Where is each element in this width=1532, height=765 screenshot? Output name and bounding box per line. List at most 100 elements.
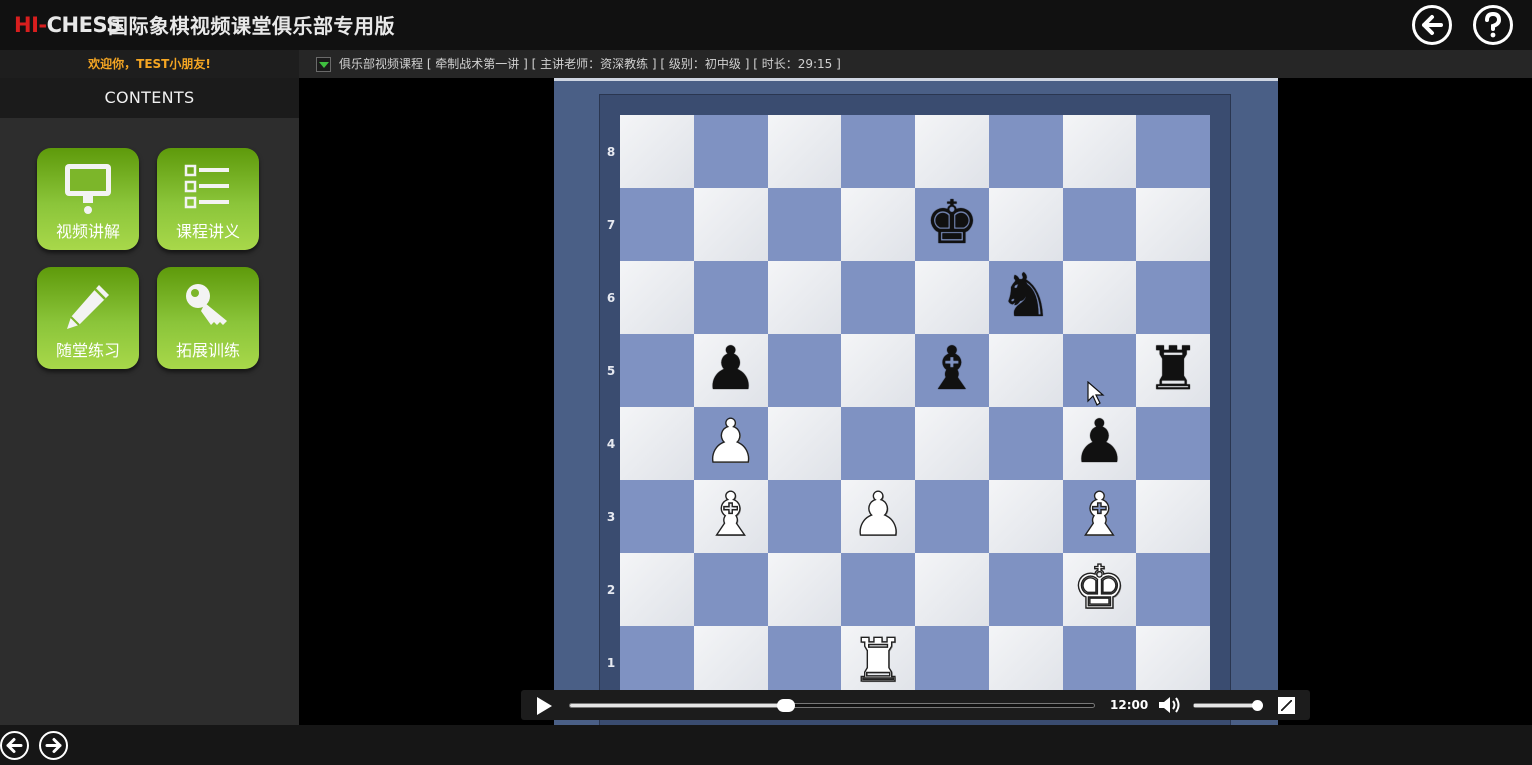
key-icon	[186, 284, 227, 325]
square-h6	[1136, 261, 1210, 334]
pencil-icon	[67, 285, 109, 329]
rank-label: 8	[606, 145, 616, 159]
square-e6	[915, 261, 989, 334]
video-frame: 87654321 ♚ ♞ ♟ ♝ ♜ ♟ ♟ ♝ ♟ ♝ ♚ ♜	[554, 78, 1278, 734]
sidebar: 欢迎你，TEST小朋友! CONTENTS 视频讲解 课程讲义 随堂练习 拓展训…	[0, 50, 299, 725]
mouse-cursor-icon	[1087, 381, 1105, 406]
square-f8	[988, 115, 1063, 188]
video-controls: 12:00	[521, 690, 1310, 720]
square-a7	[620, 188, 694, 261]
square-f1	[988, 626, 1063, 699]
square-e2	[915, 553, 989, 626]
chess-piece-e5: ♝	[924, 334, 979, 404]
tile-extended-training[interactable]: 拓展训练	[157, 267, 259, 369]
back-button[interactable]	[1412, 5, 1452, 45]
arrow-left-icon	[6, 738, 23, 753]
collapse-toggle[interactable]	[316, 57, 331, 72]
course-info-bar: 俱乐部视频课程 [ 牵制战术第一讲 ] [ 主讲老师：资深教练 ] [ 级别：初…	[299, 50, 1532, 78]
help-button[interactable]	[1473, 5, 1513, 45]
square-a2	[620, 553, 694, 626]
contents-header: CONTENTS	[0, 78, 299, 118]
square-a4	[620, 407, 694, 480]
square-d4	[841, 407, 915, 480]
rank-label: 7	[606, 218, 616, 232]
fullscreen-icon[interactable]	[1278, 697, 1295, 714]
tile-video-lecture[interactable]: 视频讲解	[37, 148, 139, 250]
square-b6	[693, 261, 768, 334]
volume-thumb[interactable]	[1252, 700, 1264, 711]
chess-piece-b5: ♟	[703, 334, 758, 404]
volume-slider[interactable]	[1193, 700, 1264, 711]
square-e1	[915, 626, 989, 699]
square-c1	[767, 626, 842, 699]
arrow-right-icon	[45, 738, 62, 753]
square-a6	[620, 261, 694, 334]
rank-label: 2	[606, 583, 616, 597]
square-c6	[767, 261, 842, 334]
course-info-text: 俱乐部视频课程 [ 牵制战术第一讲 ] [ 主讲老师：资深教练 ] [ 级别：初…	[339, 57, 841, 71]
top-bar: HI-CHESS 国际象棋视频课堂俱乐部专用版	[0, 0, 1532, 50]
chess-board: ♚ ♞ ♟ ♝ ♜ ♟ ♟ ♝ ♟ ♝ ♚ ♜	[620, 115, 1210, 725]
square-f4	[988, 407, 1063, 480]
square-h7	[1136, 188, 1210, 261]
chess-piece-g4: ♟	[1072, 407, 1127, 477]
question-mark-icon	[1485, 11, 1502, 38]
rank-label: 6	[606, 291, 616, 305]
square-g7	[1062, 188, 1137, 261]
play-icon[interactable]	[537, 697, 552, 715]
rank-label: 5	[606, 364, 616, 378]
tile-class-practice[interactable]: 随堂练习	[37, 267, 139, 369]
rank-label: 1	[606, 656, 616, 670]
tile-label: 随堂练习	[55, 341, 120, 360]
square-d6	[841, 261, 915, 334]
square-d8	[841, 115, 915, 188]
square-f2	[988, 553, 1063, 626]
square-c8	[767, 115, 842, 188]
next-button[interactable]	[39, 731, 68, 760]
square-b2	[693, 553, 768, 626]
list-icon	[184, 164, 229, 209]
square-h2	[1136, 553, 1210, 626]
chess-piece-h5: ♜	[1146, 334, 1201, 404]
square-g6	[1062, 261, 1137, 334]
square-d7	[841, 188, 915, 261]
square-h1	[1136, 626, 1210, 699]
tile-course-notes[interactable]: 课程讲义	[157, 148, 259, 250]
progress-bar[interactable]	[569, 699, 1095, 712]
square-f3	[988, 480, 1063, 553]
tile-label: 视频讲解	[55, 222, 120, 241]
chess-piece-e7: ♚	[924, 188, 979, 258]
square-a8	[620, 115, 694, 188]
chess-piece-b4: ♟	[703, 406, 758, 477]
chess-piece-g2: ♚	[1072, 552, 1127, 623]
square-c7	[767, 188, 842, 261]
square-e4	[915, 407, 989, 480]
logo: HI-CHESS	[14, 11, 121, 39]
square-g1	[1062, 626, 1137, 699]
square-a3	[620, 480, 694, 553]
square-c4	[767, 407, 842, 480]
square-h3	[1136, 480, 1210, 553]
progress-fill	[570, 704, 786, 707]
time-display: 12:00	[1110, 698, 1149, 712]
speaker-icon[interactable]	[1157, 695, 1183, 715]
rank-label: 3	[606, 510, 616, 524]
square-f7	[988, 188, 1063, 261]
square-f5	[988, 334, 1063, 407]
rank-label: 4	[606, 437, 616, 451]
volume-fill	[1194, 704, 1258, 707]
tile-label: 课程讲义	[175, 222, 240, 241]
progress-thumb[interactable]	[776, 699, 795, 712]
chess-piece-f6: ♞	[998, 261, 1053, 331]
app-title: 国际象棋视频课堂俱乐部专用版	[108, 14, 395, 38]
square-d2	[841, 553, 915, 626]
square-c2	[767, 553, 842, 626]
previous-button[interactable]	[0, 731, 29, 760]
square-e8	[915, 115, 989, 188]
video-player[interactable]: 87654321 ♚ ♞ ♟ ♝ ♜ ♟ ♟ ♝ ♟ ♝ ♚ ♜ 12:00	[299, 78, 1532, 734]
square-h4	[1136, 407, 1210, 480]
chess-piece-d1: ♜	[851, 625, 906, 696]
square-b7	[693, 188, 768, 261]
square-g8	[1062, 115, 1137, 188]
square-a5	[620, 334, 694, 407]
